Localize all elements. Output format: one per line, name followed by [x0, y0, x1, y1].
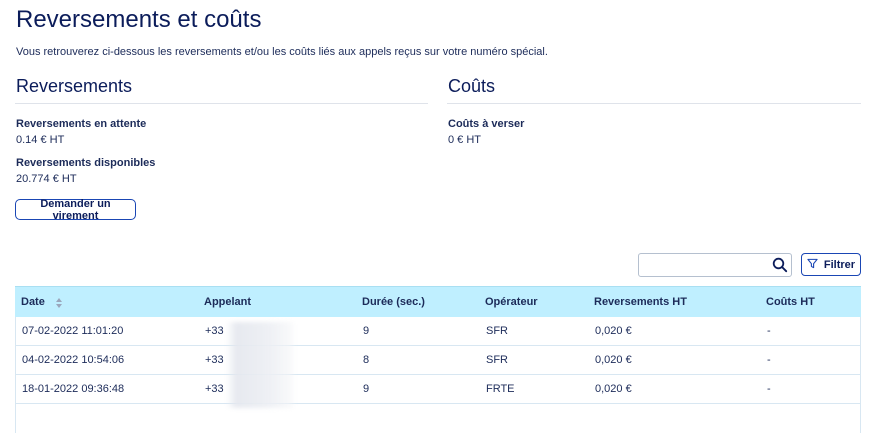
page-intro: Vous retrouverez ci-dessous les reversem… [16, 46, 548, 58]
sort-icon[interactable] [55, 297, 63, 309]
table-row [15, 404, 861, 433]
couts-divider [447, 103, 861, 104]
cell-caller: +33 [205, 325, 224, 337]
cell-duration: 8 [363, 354, 370, 366]
header-caller: Appelant [204, 296, 252, 308]
redacted-caller-numbers [226, 322, 296, 408]
couts-section-title: Coûts [448, 76, 496, 96]
due-label: Coûts à verser [448, 118, 525, 130]
filter-label: Filtrer [823, 258, 856, 271]
filter-icon [807, 258, 818, 272]
reversements-section-title: Reversements [16, 76, 133, 96]
cell-operator: SFR [486, 354, 508, 366]
search-icon[interactable] [772, 257, 788, 273]
cell-duration: 9 [363, 325, 370, 337]
request-transfer-button[interactable]: Demander un virement [15, 198, 136, 222]
cell-operator: SFR [486, 325, 508, 337]
pending-value: 0.14 € HT [16, 134, 65, 146]
table-row: 04-02-2022 10:54:06 +33 8 SFR 0,020 € - [15, 346, 861, 375]
available-value: 20.774 € HT [16, 173, 77, 185]
cell-cost: - [767, 383, 771, 395]
pending-label: Reversements en attente [16, 118, 147, 130]
filter-button[interactable]: Filtrer [801, 253, 861, 276]
cell-reversement: 0,020 € [595, 383, 632, 395]
cell-date: 07-02-2022 11:01:20 [22, 325, 124, 337]
header-duration: Durée (sec.) [362, 296, 425, 308]
cell-caller: +33 [205, 354, 224, 366]
table-header: Date Appelant Durée (sec.) Opérateur Rev… [15, 286, 861, 317]
cell-operator: FRTE [486, 383, 515, 395]
cell-cost: - [767, 354, 771, 366]
available-label: Reversements disponibles [16, 157, 156, 169]
header-reversements: Reversements HT [594, 296, 687, 308]
due-value: 0 € HT [448, 134, 482, 146]
header-costs: Coûts HT [766, 296, 815, 308]
table-row: 07-02-2022 11:01:20 +33 9 SFR 0,020 € - [15, 317, 861, 346]
cell-reversement: 0,020 € [595, 354, 632, 366]
header-operator: Opérateur [485, 296, 538, 308]
calls-table: Date Appelant Durée (sec.) Opérateur Rev… [15, 286, 861, 433]
reversements-divider [15, 103, 428, 104]
table-row: 18-01-2022 09:36:48 +33 9 FRTE 0,020 € - [15, 375, 861, 404]
search-box [638, 253, 792, 277]
search-input[interactable] [641, 256, 769, 276]
page-title: Reversements et coûts [16, 6, 262, 33]
header-date[interactable]: Date [21, 287, 63, 317]
cell-cost: - [767, 325, 771, 337]
cell-reversement: 0,020 € [595, 325, 632, 337]
cell-duration: 9 [363, 383, 370, 395]
cell-date: 04-02-2022 10:54:06 [22, 354, 125, 366]
cell-date: 18-01-2022 09:36:48 [22, 383, 125, 395]
cell-caller: +33 [205, 383, 224, 395]
